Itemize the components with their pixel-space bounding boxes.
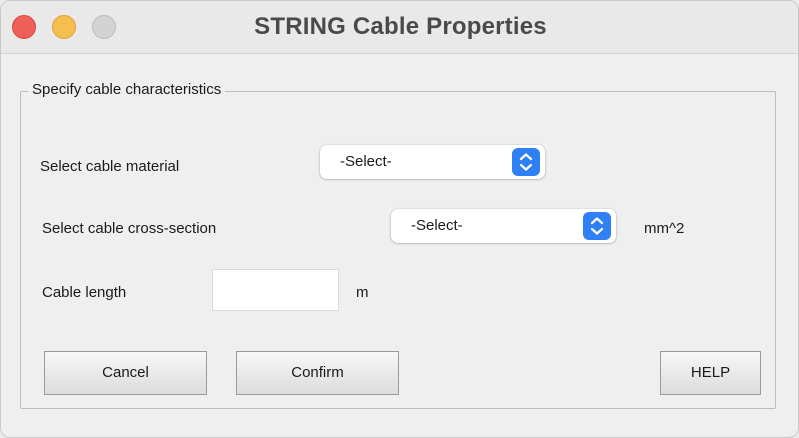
cable-material-label: Select cable material	[40, 158, 180, 175]
cable-cross-section-select-value: -Select-	[411, 217, 463, 234]
confirm-button[interactable]: Confirm	[236, 351, 399, 395]
cable-cross-section-select[interactable]: -Select-	[391, 209, 616, 243]
title-bar[interactable]: STRING Cable Properties	[1, 1, 798, 54]
cancel-button[interactable]: Cancel	[44, 351, 207, 395]
help-button[interactable]: HELP	[660, 351, 761, 395]
cable-length-input[interactable]	[212, 269, 339, 311]
dialog-window: STRING Cable Properties Specify cable ch…	[0, 0, 799, 438]
window-title: STRING Cable Properties	[254, 13, 547, 40]
panel-legend: Specify cable characteristics	[28, 81, 226, 98]
length-unit-label: m	[356, 284, 369, 301]
cable-length-label: Cable length	[42, 284, 127, 301]
cable-material-select[interactable]: -Select-	[320, 145, 545, 179]
cross-section-unit-label: mm^2	[644, 220, 685, 237]
chevron-up-down-icon	[583, 212, 611, 240]
cable-cross-section-label: Select cable cross-section	[42, 220, 217, 237]
cable-material-select-value: -Select-	[340, 153, 392, 170]
chevron-up-down-icon	[512, 148, 540, 176]
